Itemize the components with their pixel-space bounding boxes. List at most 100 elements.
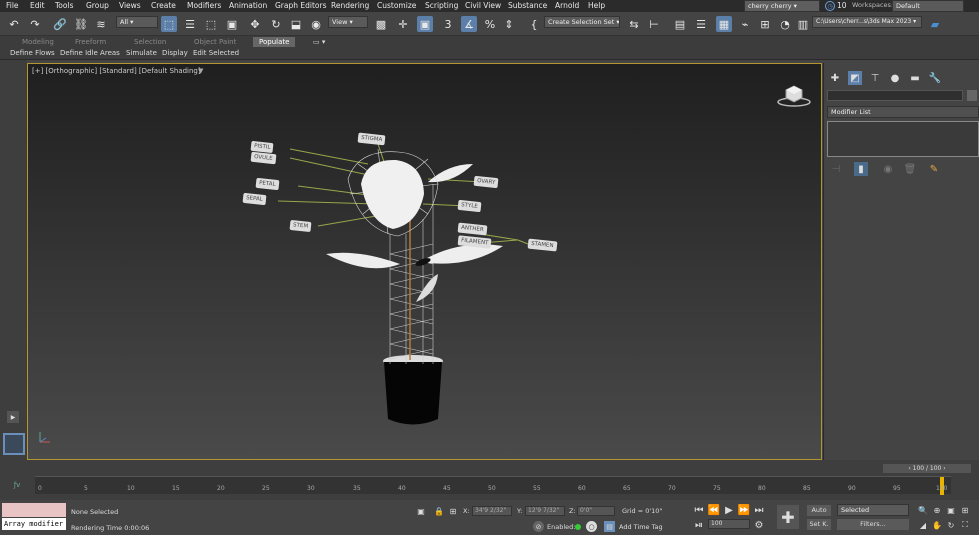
y-coordinate-field[interactable]: 12'9 7/32" [525, 506, 565, 516]
time-tag-icon[interactable]: ○ [586, 521, 597, 532]
schematic-view-icon[interactable]: ⊞ [757, 16, 773, 32]
percent-snap-icon[interactable]: % [482, 16, 498, 32]
window-crossing-icon[interactable]: ▣ [224, 16, 240, 32]
expand-arrow-icon[interactable]: ▶ [7, 411, 19, 423]
pan-icon[interactable]: ✋ [932, 520, 942, 530]
tab-populate[interactable]: Populate [253, 37, 296, 47]
play-icon[interactable]: ▶ [724, 505, 734, 516]
isolate-selection-icon[interactable]: ▣ [415, 505, 427, 517]
scene-explorer-icon[interactable]: ▤ [672, 16, 688, 32]
menu-animation[interactable]: Animation [229, 1, 267, 10]
render-setup-icon[interactable]: ▥ [795, 16, 811, 32]
menu-graph-editors[interactable]: Graph Editors [275, 1, 327, 10]
place-icon[interactable]: ◉ [308, 16, 324, 32]
curve-editor-mini-icon[interactable]: ƒv [10, 480, 24, 490]
edit-selected-button[interactable]: Edit Selected [193, 49, 239, 57]
maxscript-mini-listener[interactable]: Array modifier [2, 518, 66, 530]
menu-file[interactable]: File [6, 1, 19, 10]
next-frame-icon[interactable]: ⏩ [738, 505, 750, 516]
tab-object-paint[interactable]: Object Paint [194, 38, 236, 46]
undo-icon[interactable]: ↶ [6, 16, 22, 32]
display-tab-icon[interactable]: ▬ [908, 71, 922, 85]
redo-icon[interactable]: ↷ [27, 16, 43, 32]
align-icon[interactable]: ⊢ [646, 16, 662, 32]
pin-stack-icon[interactable]: ⊣ [830, 163, 842, 175]
menu-rendering[interactable]: Rendering [331, 1, 369, 10]
add-time-tag-label[interactable]: Add Time Tag [619, 523, 663, 531]
field-of-view-icon[interactable]: ◢ [918, 520, 928, 530]
project-folder-icon[interactable]: ▰ [927, 16, 943, 32]
menu-arnold[interactable]: Arnold [555, 1, 579, 10]
pivot-center-icon[interactable]: ▩ [373, 16, 389, 32]
key-filter-dropdown[interactable]: Selected [837, 504, 909, 516]
perspective-viewport[interactable]: [+] [Orthographic] [Standard] [Default S… [27, 63, 822, 460]
curve-editor-icon[interactable]: ⌁ [737, 16, 753, 32]
hierarchy-tab-icon[interactable]: ⊤ [868, 71, 882, 85]
reference-coordinate-dropdown[interactable]: View ▾ [328, 16, 368, 28]
clock-icon[interactable]: ◷ [825, 1, 835, 11]
mirror-icon[interactable]: ⇆ [626, 16, 642, 32]
menu-views[interactable]: Views [119, 1, 141, 10]
snaps-toggle-icon[interactable]: 3 [440, 16, 456, 32]
viewport-layout-thumbnail[interactable] [3, 433, 25, 455]
link-icon[interactable]: 🔗 [52, 16, 68, 32]
edit-named-selection-icon[interactable]: { [526, 16, 542, 32]
rotate-icon[interactable]: ↻ [268, 16, 284, 32]
zoom-extents-all-icon[interactable]: ⊞ [960, 505, 970, 515]
tab-freeform[interactable]: Freeform [75, 38, 106, 46]
maxscript-listener-top[interactable] [2, 503, 66, 517]
set-key-button[interactable]: Set K. [807, 519, 831, 530]
display-button[interactable]: Display [162, 49, 188, 57]
spinner-snap-icon[interactable]: ⇕ [501, 16, 517, 32]
enabled-indicator[interactable] [575, 524, 581, 530]
simulate-button[interactable]: Simulate [126, 49, 157, 57]
auto-key-button[interactable]: Auto [807, 505, 831, 516]
time-configuration-icon[interactable]: ⚙ [754, 520, 764, 531]
current-frame-field[interactable]: 100 [708, 519, 750, 529]
select-manipulate-icon[interactable]: ✛ [395, 16, 411, 32]
modifier-list-dropdown[interactable]: Modifier List [827, 106, 979, 118]
move-icon[interactable]: ✥ [247, 16, 263, 32]
unlink-icon[interactable]: ⛓ [73, 16, 89, 32]
go-to-start-icon[interactable]: ⏮ [694, 505, 704, 516]
workspace-dropdown[interactable]: Default [892, 0, 964, 12]
maximize-viewport-icon[interactable]: ⛶ [960, 520, 970, 530]
selection-filter-dropdown[interactable]: All ▾ [116, 16, 158, 28]
menu-modifiers[interactable]: Modifiers [187, 1, 221, 10]
tab-modeling[interactable]: Modeling [22, 38, 54, 46]
remove-modifier-icon[interactable]: 🗑 [904, 163, 917, 175]
zoom-icon[interactable]: 🔍 [918, 505, 928, 515]
x-coordinate-field[interactable]: 34'9 2/32" [472, 506, 512, 516]
filters-button[interactable]: Filters... [837, 519, 909, 530]
utilities-tab-icon[interactable]: 🔧 [928, 71, 942, 85]
ribbon-options-icon[interactable]: ▭ ▾ [313, 38, 325, 46]
define-flows-button[interactable]: Define Flows [10, 49, 55, 57]
define-idle-areas-button[interactable]: Define Idle Areas [60, 49, 120, 57]
make-unique-icon[interactable]: ◉ [882, 163, 894, 175]
menu-customize[interactable]: Customize [377, 1, 416, 10]
named-selection-set-dropdown[interactable]: Create Selection Set ▾ [544, 16, 620, 28]
create-tab-icon[interactable]: ✚ [828, 71, 842, 85]
show-end-result-icon[interactable]: ▮ [854, 162, 868, 176]
set-key-icon[interactable]: ✚ [777, 505, 799, 529]
menu-create[interactable]: Create [151, 1, 176, 10]
adaptive-degradation-icon[interactable]: ⊘ [533, 521, 544, 532]
time-slider[interactable]: ‹ 100 / 100 › [883, 464, 971, 473]
zoom-all-icon[interactable]: ⊕ [932, 505, 942, 515]
project-path-dropdown[interactable]: C:\Users\cherr...s\3ds Max 2023 ▾ [812, 16, 922, 28]
angle-snap-icon[interactable]: ∡ [461, 16, 477, 32]
object-color-swatch[interactable] [967, 90, 977, 101]
modifier-stack[interactable] [827, 121, 979, 157]
menu-civil-view[interactable]: Civil View [465, 1, 501, 10]
user-account-dropdown[interactable]: cherry cherry ▾ [744, 0, 820, 12]
object-name-field[interactable] [827, 90, 963, 101]
key-mode-icon[interactable]: ⏯ [694, 520, 704, 531]
menu-tools[interactable]: Tools [55, 1, 73, 10]
scale-icon[interactable]: ⬓ [288, 16, 304, 32]
absolute-mode-icon[interactable]: ⊞ [447, 505, 459, 517]
menu-help[interactable]: Help [588, 1, 605, 10]
select-object-icon[interactable]: ⬚ [161, 16, 177, 32]
menu-edit[interactable]: Edit [30, 1, 45, 10]
selection-lock-icon[interactable]: 🔒 [433, 505, 445, 517]
flower-model[interactable] [28, 64, 822, 460]
